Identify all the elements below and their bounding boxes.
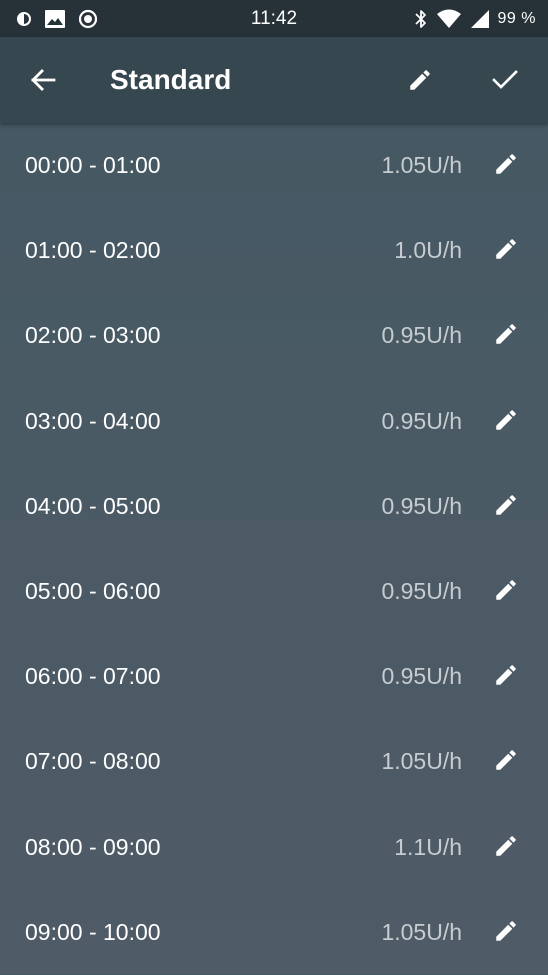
time-range-label: 05:00 - 06:00 <box>25 577 161 604</box>
basal-rate-value: 0.95U/h <box>381 322 462 349</box>
pencil-icon <box>493 492 519 518</box>
page-title: Standard <box>110 64 232 95</box>
app-bar: Standard <box>0 37 548 123</box>
wifi-icon <box>436 9 462 29</box>
pencil-icon <box>493 151 519 177</box>
list-item[interactable]: 08:00 - 09:00 1.1U/h <box>0 805 548 890</box>
pencil-icon <box>493 918 519 944</box>
list-item[interactable]: 09:00 - 10:00 1.05U/h <box>0 890 548 975</box>
list-item[interactable]: 01:00 - 02:00 1.0U/h <box>0 208 548 293</box>
pencil-icon <box>493 321 519 347</box>
edit-row-button[interactable] <box>489 829 523 863</box>
check-icon <box>492 69 518 91</box>
list-item[interactable]: 07:00 - 08:00 1.05U/h <box>0 719 548 804</box>
basal-rate-value: 1.0U/h <box>394 237 462 264</box>
bluetooth-icon <box>414 8 428 30</box>
edit-row-button[interactable] <box>489 658 523 692</box>
status-right-icons: 99 % <box>414 8 536 30</box>
basal-rate-value: 1.05U/h <box>381 152 462 178</box>
edit-row-button[interactable] <box>489 914 523 948</box>
back-button[interactable] <box>24 61 62 99</box>
list-item[interactable]: 00:00 - 01:00 1.05U/h <box>0 123 548 208</box>
basal-rate-value: 0.95U/h <box>381 407 462 434</box>
arrow-back-icon <box>30 68 56 92</box>
edit-row-button[interactable] <box>489 147 523 181</box>
pencil-icon <box>493 236 519 262</box>
time-range-label: 09:00 - 10:00 <box>25 918 161 945</box>
list-item[interactable]: 04:00 - 05:00 0.95U/h <box>0 464 548 549</box>
edit-row-button[interactable] <box>489 317 523 351</box>
pencil-icon <box>493 833 519 859</box>
pencil-icon <box>493 577 519 603</box>
time-range-label: 02:00 - 03:00 <box>25 322 161 349</box>
signal-icon <box>470 9 490 29</box>
basal-rate-value: 1.1U/h <box>394 833 462 860</box>
pencil-icon <box>493 662 519 688</box>
status-bar: 11:42 99 % <box>0 0 548 37</box>
edit-row-button[interactable] <box>489 488 523 522</box>
save-button[interactable] <box>487 62 523 98</box>
edit-row-button[interactable] <box>489 743 523 777</box>
basal-rate-value: 0.95U/h <box>381 663 462 690</box>
edit-row-button[interactable] <box>489 573 523 607</box>
list-item[interactable]: 03:00 - 04:00 0.95U/h <box>0 379 548 464</box>
time-range-label: 01:00 - 02:00 <box>25 237 161 264</box>
time-range-label: 06:00 - 07:00 <box>25 663 161 690</box>
edit-row-button[interactable] <box>489 403 523 437</box>
list-item[interactable]: 06:00 - 07:00 0.95U/h <box>0 634 548 719</box>
time-range-label: 04:00 - 05:00 <box>25 492 161 519</box>
list-item[interactable]: 02:00 - 03:00 0.95U/h <box>0 293 548 378</box>
time-range-label: 00:00 - 01:00 <box>25 152 161 178</box>
basal-rate-list: 00:00 - 01:00 1.05U/h 01:00 - 02:00 1.0U… <box>0 123 548 975</box>
pencil-icon <box>407 67 433 93</box>
time-range-label: 07:00 - 08:00 <box>25 748 161 775</box>
basal-rate-value: 0.95U/h <box>381 492 462 519</box>
list-item[interactable]: 05:00 - 06:00 0.95U/h <box>0 549 548 634</box>
time-range-label: 03:00 - 04:00 <box>25 407 161 434</box>
battery-level: 99 % <box>497 10 536 27</box>
edit-profile-button[interactable] <box>402 62 438 98</box>
pencil-icon <box>493 407 519 433</box>
edit-row-button[interactable] <box>489 232 523 266</box>
basal-rate-value: 0.95U/h <box>381 577 462 604</box>
basal-rate-value: 1.05U/h <box>381 748 462 775</box>
pencil-icon <box>493 747 519 773</box>
time-range-label: 08:00 - 09:00 <box>25 833 161 860</box>
basal-rate-value: 1.05U/h <box>381 918 462 945</box>
